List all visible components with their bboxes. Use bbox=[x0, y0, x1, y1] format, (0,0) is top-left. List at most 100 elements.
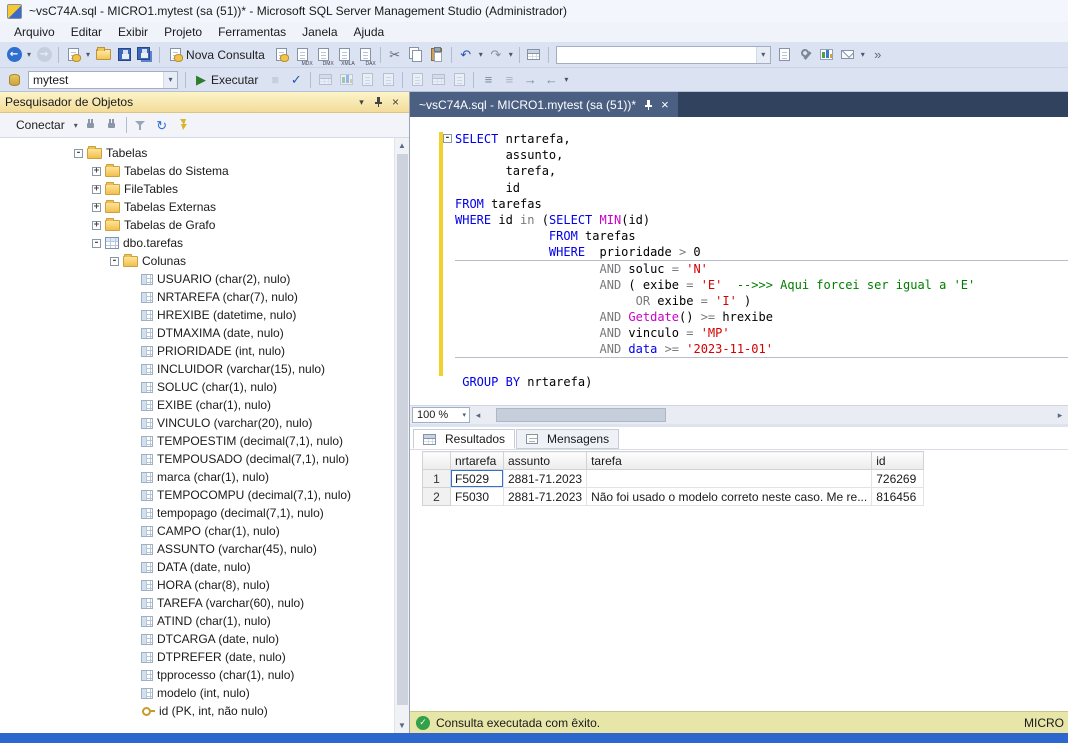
scroll-down-icon[interactable]: ▼ bbox=[395, 721, 409, 730]
new-dmx-query-icon[interactable]: DMX bbox=[314, 45, 334, 65]
database-combo-dropdown-icon[interactable]: ▾ bbox=[163, 72, 177, 88]
tree-item-tabelas-externas[interactable]: +Tabelas Externas bbox=[0, 198, 409, 216]
tree-item-id-pk-int-n-o-nulo[interactable]: id (PK, int, não nulo) bbox=[0, 702, 409, 720]
document-tab[interactable]: ~vsC74A.sql - MICRO1.mytest (sa (51))* × bbox=[410, 92, 678, 117]
tree-item-colunas[interactable]: -Colunas bbox=[0, 252, 409, 270]
nova-consulta-button[interactable]: Nova Consulta bbox=[164, 45, 271, 65]
outline-collapse-icon[interactable]: - bbox=[443, 134, 452, 143]
tree-expander-icon[interactable]: - bbox=[74, 149, 83, 158]
toolbar-overflow-icon[interactable]: » bbox=[868, 45, 888, 65]
tree-item-hora-char-8-nulo[interactable]: HORA (char(8), nulo) bbox=[0, 576, 409, 594]
grid-cell[interactable]: 2881-71.2023 bbox=[504, 488, 587, 506]
estimated-plan-icon[interactable] bbox=[315, 70, 335, 90]
results-to-grid-icon[interactable] bbox=[428, 70, 448, 90]
sql-toolbar-overflow-dropdown[interactable]: ▾ bbox=[562, 75, 570, 84]
tree-item-tpprocesso-char-1-nulo[interactable]: tpprocesso (char(1), nulo) bbox=[0, 666, 409, 684]
copy-icon[interactable] bbox=[406, 45, 426, 65]
tree-item-tempocompu-decimal-7-1-nulo[interactable]: TEMPOCOMPU (decimal(7,1), nulo) bbox=[0, 486, 409, 504]
search-combo-dropdown-icon[interactable]: ▾ bbox=[756, 47, 770, 63]
mail-icon[interactable] bbox=[838, 45, 858, 65]
tree-item-nrtarefa-char-7-nulo[interactable]: NRTAREFA (char(7), nulo) bbox=[0, 288, 409, 306]
cancel-query-icon[interactable]: ■ bbox=[265, 70, 285, 90]
database-icon[interactable] bbox=[4, 70, 24, 90]
comment-icon[interactable]: ≡ bbox=[478, 70, 498, 90]
hscroll-track[interactable] bbox=[486, 406, 1052, 424]
menu-item-editar[interactable]: Editar bbox=[63, 23, 110, 41]
uncomment-icon[interactable]: ≡ bbox=[499, 70, 519, 90]
tree-expander-icon[interactable]: - bbox=[110, 257, 119, 266]
tree-item-dtprefer-date-nulo[interactable]: DTPREFER (date, nulo) bbox=[0, 648, 409, 666]
grid-header-assunto[interactable]: assunto bbox=[504, 452, 587, 470]
wrench-icon[interactable] bbox=[796, 45, 816, 65]
indent-icon[interactable]: → bbox=[520, 70, 540, 90]
tree-item-tempousado-decimal-7-1-nulo[interactable]: TEMPOUSADO (decimal(7,1), nulo) bbox=[0, 450, 409, 468]
undo-icon[interactable]: ↶ bbox=[456, 45, 476, 65]
database-combo[interactable]: mytest▾ bbox=[28, 71, 178, 89]
close-icon[interactable]: × bbox=[387, 95, 404, 109]
outdent-icon[interactable]: ← bbox=[541, 70, 561, 90]
tree-item-data-date-nulo[interactable]: DATA (date, nulo) bbox=[0, 558, 409, 576]
window-position-dropdown-icon[interactable]: ▾ bbox=[353, 97, 370, 108]
grid-cell[interactable]: 726269 bbox=[872, 470, 924, 488]
tree-item-atind-char-1-nulo[interactable]: ATIND (char(1), nulo) bbox=[0, 612, 409, 630]
tree-item-modelo-int-nulo[interactable]: modelo (int, nulo) bbox=[0, 684, 409, 702]
tree-item-filetables[interactable]: +FileTables bbox=[0, 180, 409, 198]
menu-item-ferramentas[interactable]: Ferramentas bbox=[210, 23, 294, 41]
new-xmla-query-icon[interactable]: XMLA bbox=[335, 45, 355, 65]
parse-icon[interactable]: ✓ bbox=[286, 70, 306, 90]
bolt-icon[interactable] bbox=[173, 115, 193, 135]
hscroll-thumb[interactable] bbox=[496, 408, 666, 422]
tree-item-tempoestim-decimal-7-1-nulo[interactable]: TEMPOESTIM (decimal(7,1), nulo) bbox=[0, 432, 409, 450]
tree-item-tabelas-do-sistema[interactable]: +Tabelas do Sistema bbox=[0, 162, 409, 180]
tree-item-campo-char-1-nulo[interactable]: CAMPO (char(1), nulo) bbox=[0, 522, 409, 540]
tree-expander-icon[interactable]: - bbox=[92, 239, 101, 248]
tree-item-tabelas-de-grafo[interactable]: +Tabelas de Grafo bbox=[0, 216, 409, 234]
tree-item-vinculo-varchar-20-nulo[interactable]: VINCULO (varchar(20), nulo) bbox=[0, 414, 409, 432]
close-icon[interactable]: × bbox=[661, 98, 669, 111]
tree-item-prioridade-int-nulo[interactable]: PRIORIDADE (int, nulo) bbox=[0, 342, 409, 360]
properties-icon[interactable] bbox=[775, 45, 795, 65]
conectar-button[interactable]: Conectar bbox=[5, 115, 71, 135]
new-dropdown[interactable]: ▾ bbox=[84, 50, 92, 59]
find-in-grid-icon[interactable] bbox=[524, 45, 544, 65]
results-to-text-icon[interactable] bbox=[407, 70, 427, 90]
forward-button[interactable] bbox=[34, 45, 54, 65]
tree-item-exibe-char-1-nulo[interactable]: EXIBE (char(1), nulo) bbox=[0, 396, 409, 414]
tree-item-assunto-varchar-45-nulo[interactable]: ASSUNTO (varchar(45), nulo) bbox=[0, 540, 409, 558]
connect-plug-icon[interactable] bbox=[81, 115, 101, 135]
tab-mensagens[interactable]: Mensagens bbox=[516, 429, 619, 449]
conectar-dropdown[interactable]: ▾ bbox=[72, 121, 80, 130]
grid-cell[interactable]: 2881-71.2023 bbox=[504, 470, 587, 488]
filter-icon[interactable] bbox=[131, 115, 151, 135]
grid-cell[interactable]: 816456 bbox=[872, 488, 924, 506]
new-dax-query-icon[interactable]: DAX bbox=[356, 45, 376, 65]
scroll-up-icon[interactable]: ▲ bbox=[395, 141, 409, 150]
tree-expander-icon[interactable]: + bbox=[92, 185, 101, 194]
grid-header-nrtarefa[interactable]: nrtarefa bbox=[451, 452, 504, 470]
menu-item-projeto[interactable]: Projeto bbox=[156, 23, 210, 41]
grid-cell[interactable]: Não foi usado o modelo correto neste cas… bbox=[587, 488, 872, 506]
code-area[interactable]: SELECT nrtarefa, assunto, tarefa, idFROM… bbox=[455, 131, 1068, 390]
query-options-icon[interactable] bbox=[357, 70, 377, 90]
new-engine-query-icon[interactable] bbox=[272, 45, 292, 65]
grid-cell[interactable] bbox=[587, 470, 872, 488]
tree-item-tempopago-decimal-7-1-nulo[interactable]: tempopago (decimal(7,1), nulo) bbox=[0, 504, 409, 522]
tree-item-usuario-char-2-nulo[interactable]: USUARIO (char(2), nulo) bbox=[0, 270, 409, 288]
tree-item-dtcarga-date-nulo[interactable]: DTCARGA (date, nulo) bbox=[0, 630, 409, 648]
tree-item-tabelas[interactable]: -Tabelas bbox=[0, 144, 409, 162]
tree-item-tarefa-varchar-60-nulo[interactable]: TAREFA (varchar(60), nulo) bbox=[0, 594, 409, 612]
tree-expander-icon[interactable]: + bbox=[92, 203, 101, 212]
tree-expander-icon[interactable]: + bbox=[92, 221, 101, 230]
grid-cell[interactable]: F5029 bbox=[451, 470, 504, 488]
paste-icon[interactable] bbox=[427, 45, 447, 65]
open-file-icon[interactable] bbox=[93, 45, 113, 65]
tree-item-soluc-char-1-nulo[interactable]: SOLUC (char(1), nulo) bbox=[0, 378, 409, 396]
tree-item-dbo-tarefas[interactable]: -dbo.tarefas bbox=[0, 234, 409, 252]
redo-icon[interactable]: ↷ bbox=[486, 45, 506, 65]
menu-item-exibir[interactable]: Exibir bbox=[110, 23, 156, 41]
cut-icon[interactable]: ✂ bbox=[385, 45, 405, 65]
intellisense-icon[interactable] bbox=[378, 70, 398, 90]
back-history-dropdown[interactable]: ▾ bbox=[25, 50, 33, 59]
toolbar-more-dropdown[interactable]: ▾ bbox=[859, 50, 867, 59]
activity-monitor-icon[interactable] bbox=[817, 45, 837, 65]
